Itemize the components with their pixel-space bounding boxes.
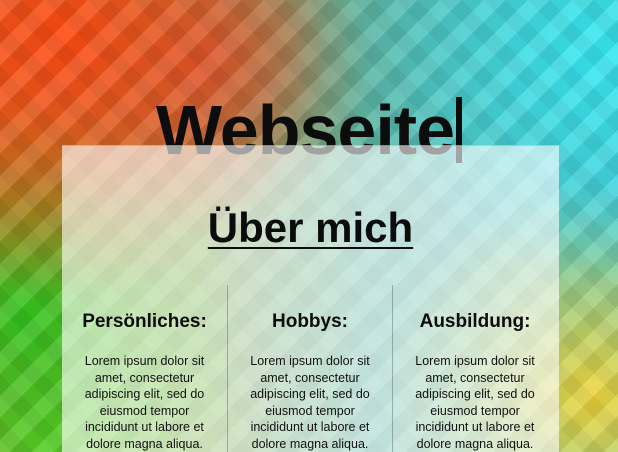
column-personal-title: Persönliches: [82, 311, 207, 332]
column-personal-text: Lorem ipsum dolor sit amet, consectetur … [84, 354, 205, 451]
column-personal: Persönliches: Lorem ipsum dolor sit amet… [62, 285, 227, 452]
column-hobbies: Hobbys: Lorem ipsum dolor sit amet, cons… [227, 285, 392, 452]
column-hobbies-text: Lorem ipsum dolor sit amet, consectetur … [250, 354, 370, 451]
about-section: Über mich Persönliches: Lorem ipsum dolo… [62, 145, 559, 452]
about-columns: Persönliches: Lorem ipsum dolor sit amet… [62, 285, 559, 452]
column-education: Ausbildung: Lorem ipsum dolor sit amet, … [392, 285, 557, 452]
column-hobbies-title: Hobbys: [272, 311, 348, 332]
about-heading: Über mich [207, 204, 414, 251]
column-education-text: Lorem ipsum dolor sit amet, consectetur … [415, 354, 535, 451]
column-education-title: Ausbildung: [419, 311, 531, 332]
